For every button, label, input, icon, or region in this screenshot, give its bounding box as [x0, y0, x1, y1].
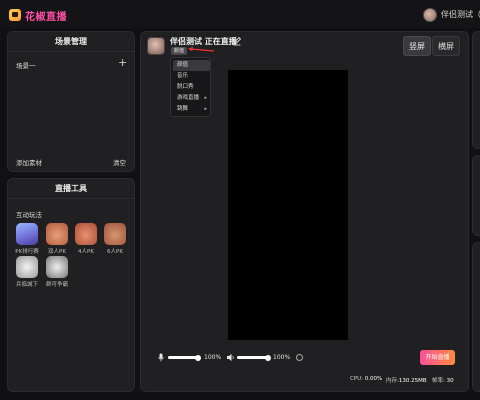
right-panel-middle [472, 155, 480, 236]
scene-item[interactable]: 场景一 [16, 60, 36, 70]
memory-label: 内存: [386, 378, 399, 384]
app-name: 花椒直播 [25, 12, 67, 23]
memory-stat: 内存:130.25MB [386, 376, 427, 384]
right-panel-top [472, 31, 480, 149]
landscape-button[interactable]: 横屏 [432, 36, 460, 56]
mic-volume-handle[interactable] [195, 354, 201, 361]
tool-label: 兵临城下 [15, 282, 38, 288]
category-dropdown: 颜值 音乐 脱口秀 游戏直播 ▸ 跳舞 ▸ [170, 57, 211, 117]
tool-label: 4人PK [78, 249, 94, 255]
siege-icon [16, 256, 38, 278]
microphone-icon[interactable] [157, 353, 165, 362]
speaker-volume-value: 100% [273, 354, 291, 361]
tool-siege[interactable]: 兵临城下 [14, 256, 40, 288]
settings-icon[interactable] [296, 354, 303, 361]
six-pk-icon [104, 223, 126, 245]
category-option-label: 颜值 [177, 62, 189, 68]
speaker-volume-slider[interactable] [237, 356, 268, 359]
category-option-label: 脱口秀 [177, 84, 194, 90]
group-battle-icon [46, 256, 68, 278]
user-avatar[interactable] [423, 8, 437, 22]
tool-pk-ranking[interactable]: PK排行赛 [14, 223, 40, 255]
tool-label: PK排行赛 [15, 249, 39, 255]
user-name[interactable]: 伴侣测试（666 [441, 9, 480, 20]
memory-value: 130.25MB [398, 378, 427, 384]
category-option-label: 音乐 [177, 73, 189, 79]
portrait-button[interactable]: 竖屏 [403, 36, 431, 56]
pk-ranking-icon [16, 223, 38, 245]
fps-stat: 帧率: 30 [432, 376, 454, 384]
fps-value: 30 [446, 378, 454, 384]
speaker-volume-handle[interactable] [265, 354, 271, 361]
top-bar [0, 0, 480, 28]
clear-button[interactable]: 清空 [113, 157, 126, 167]
app-logo-icon [9, 9, 21, 21]
submenu-caret-icon: ▸ [204, 106, 207, 112]
tool-label: 群可争霸 [45, 282, 68, 288]
tool-duo-pk[interactable]: 双人PK [44, 223, 70, 255]
add-material-button[interactable]: 添加素材 [16, 157, 42, 167]
go-live-button[interactable]: 开始直播 [420, 350, 455, 365]
tool-label: 6人PK [107, 249, 123, 255]
submenu-caret-icon: ▸ [204, 95, 207, 101]
right-panel-bottom [472, 242, 480, 392]
tool-group-battle[interactable]: 群可争霸 [44, 256, 70, 288]
scene-panel-title: 场景管理 [8, 32, 134, 52]
four-pk-icon [75, 223, 97, 245]
duo-pk-icon [46, 223, 68, 245]
speaker-icon[interactable] [226, 353, 235, 362]
category-option-label: 跳舞 [177, 106, 189, 112]
cpu-label: CPU: [350, 376, 364, 382]
cpu-stat: CPU: 0.00% [350, 376, 382, 382]
mic-volume-slider[interactable] [168, 356, 198, 359]
stream-preview [228, 70, 348, 340]
category-option-label: 游戏直播 [177, 95, 200, 101]
edit-icon[interactable] [232, 36, 242, 46]
fps-label: 帧率: [432, 378, 445, 384]
streamer-avatar [147, 37, 165, 55]
add-scene-icon[interactable]: + [118, 57, 127, 69]
category-option[interactable]: 颜值 [173, 60, 210, 71]
interactive-section-label: 互动玩法 [16, 211, 42, 219]
cpu-value: 0.00% [364, 376, 383, 382]
tool-four-pk[interactable]: 4人PK [73, 223, 99, 255]
tool-six-pk[interactable]: 6人PK [102, 223, 128, 255]
tool-label: 双人PK [48, 249, 66, 255]
mic-volume-value: 100% [204, 354, 222, 361]
category-option[interactable]: 游戏直播 ▸ [173, 93, 210, 104]
scene-panel: 场景管理 [7, 31, 135, 172]
category-option[interactable]: 跳舞 ▸ [173, 104, 210, 115]
category-option[interactable]: 脱口秀 [173, 82, 210, 93]
tools-panel-title: 直播工具 [8, 179, 134, 199]
category-option[interactable]: 音乐 [173, 71, 210, 82]
annotation-arrow-icon [188, 46, 215, 52]
